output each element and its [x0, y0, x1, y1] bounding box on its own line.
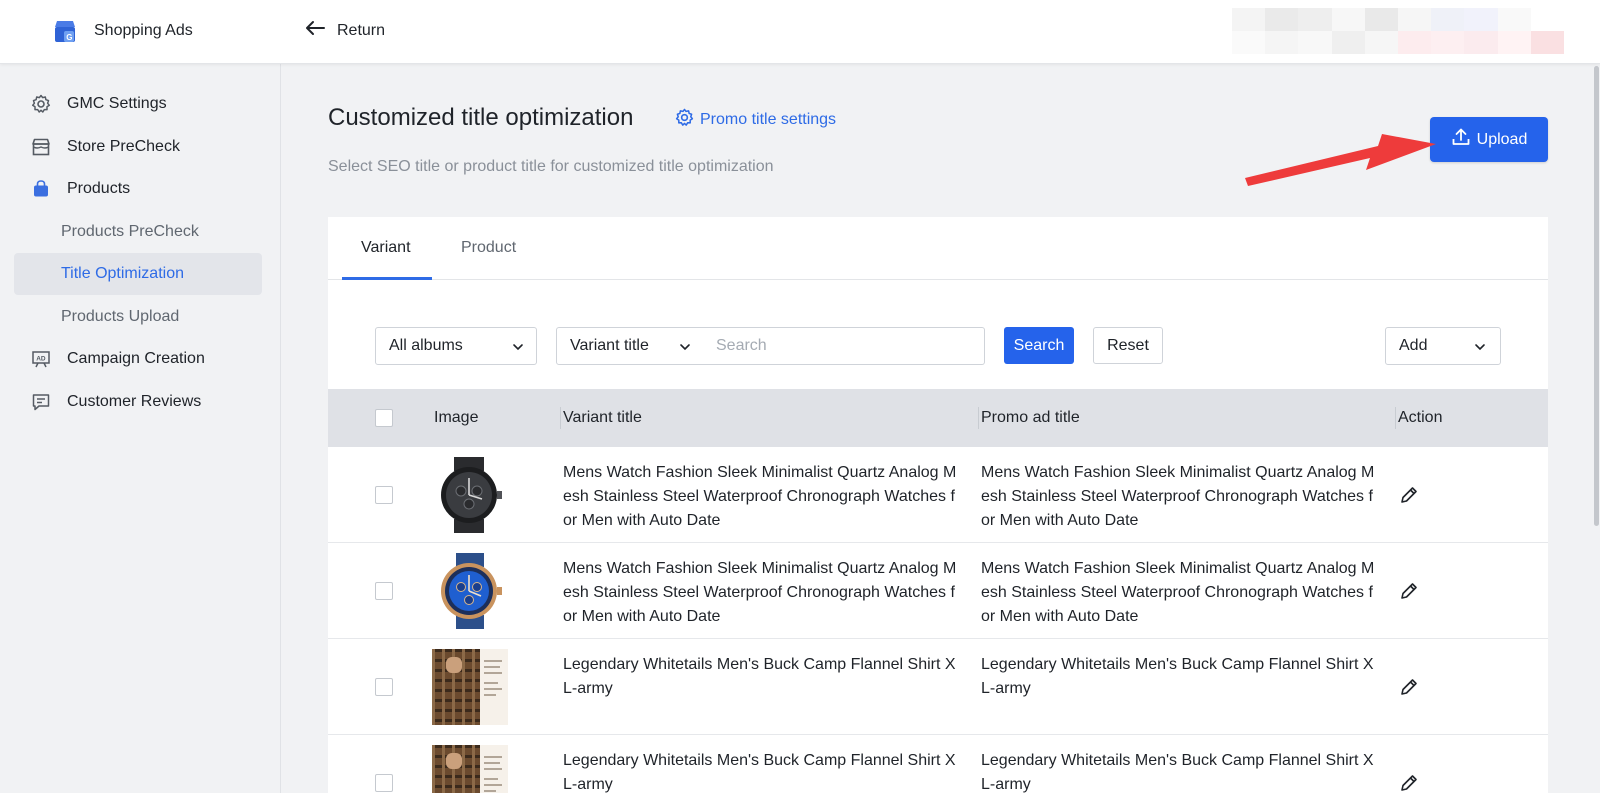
- tab-product[interactable]: Product: [461, 239, 516, 257]
- variant-title-cell: Legendary Whitetails Men's Buck Camp Fla…: [563, 752, 956, 793]
- sidebar-item-label: Store PreCheck: [67, 138, 180, 155]
- field-select[interactable]: Variant title: [556, 327, 704, 365]
- gear-icon: [30, 93, 52, 115]
- arrow-left-icon: [305, 20, 325, 41]
- content-card: Variant Product All albums Variant title…: [328, 217, 1548, 793]
- chevron-down-icon: [512, 340, 524, 358]
- promo-title-cell: Mens Watch Fashion Sleek Minimalist Quar…: [981, 464, 1375, 529]
- gear-icon: [675, 108, 694, 132]
- svg-text:G: G: [66, 33, 72, 42]
- column-divider: [978, 407, 979, 429]
- row-checkbox[interactable]: [375, 774, 393, 792]
- sidebar-item-label: GMC Settings: [67, 95, 167, 112]
- column-divider: [1395, 407, 1396, 429]
- promo-title-settings-link[interactable]: Promo title settings: [675, 108, 836, 132]
- product-image-blue-gold-watch[interactable]: [432, 553, 508, 629]
- table-row: Legendary Whitetails Men's Buck Camp Fla…: [328, 735, 1548, 793]
- account-area-blurred[interactable]: [1232, 8, 1564, 54]
- page-scrollbar-thumb[interactable]: [1594, 66, 1599, 526]
- promo-title-cell: Legendary Whitetails Men's Buck Camp Fla…: [981, 656, 1374, 697]
- sidebar-item-customer-reviews[interactable]: Customer Reviews: [14, 381, 262, 423]
- column-header-promo-title: Promo ad title: [981, 409, 1080, 426]
- store-icon: [30, 136, 52, 158]
- variant-title-cell: Legendary Whitetails Men's Buck Camp Fla…: [563, 656, 956, 697]
- column-header-variant-title: Variant title: [563, 409, 642, 426]
- upload-icon: [1451, 127, 1471, 152]
- table-row: Mens Watch Fashion Sleek Minimalist Quar…: [328, 543, 1548, 639]
- product-image-flannel-shirt[interactable]: [432, 745, 508, 793]
- ad-board-icon: AD: [30, 348, 52, 370]
- chevron-down-icon: [679, 340, 691, 358]
- sidebar-item-gmc-settings[interactable]: GMC Settings: [14, 83, 262, 125]
- select-all-checkbox[interactable]: [375, 409, 393, 427]
- variant-title-cell: Mens Watch Fashion Sleek Minimalist Quar…: [563, 464, 957, 529]
- product-image-flannel-shirt[interactable]: [432, 649, 508, 725]
- upload-button[interactable]: Upload: [1430, 117, 1548, 162]
- promo-title-settings-label: Promo title settings: [700, 111, 837, 128]
- edit-pencil-icon[interactable]: [1398, 676, 1420, 698]
- product-image-black-watch[interactable]: [432, 457, 508, 533]
- return-button[interactable]: Return: [305, 20, 385, 41]
- search-button[interactable]: Search: [1004, 327, 1074, 364]
- sidebar-item-label: Customer Reviews: [67, 393, 202, 410]
- promo-title-cell: Mens Watch Fashion Sleek Minimalist Quar…: [981, 560, 1375, 625]
- album-select-value: All albums: [389, 337, 463, 354]
- page-subtitle: Select SEO title or product title for cu…: [328, 158, 774, 175]
- add-select[interactable]: Add: [1385, 327, 1501, 365]
- variant-title-cell: Mens Watch Fashion Sleek Minimalist Quar…: [563, 560, 957, 625]
- edit-pencil-icon[interactable]: [1398, 772, 1420, 793]
- sidebar-item-store-precheck[interactable]: Store PreCheck: [14, 126, 262, 168]
- column-header-image: Image: [434, 409, 479, 426]
- tab-variant[interactable]: Variant: [361, 239, 411, 257]
- sidebar-item-label: Products PreCheck: [61, 223, 199, 240]
- svg-text:AD: AD: [36, 356, 46, 363]
- sidebar-item-title-optimization[interactable]: Title Optimization: [14, 253, 262, 295]
- review-icon: [30, 391, 52, 413]
- chevron-down-icon: [1474, 340, 1486, 358]
- row-checkbox[interactable]: [375, 678, 393, 696]
- search-input[interactable]: [703, 327, 985, 365]
- column-divider: [560, 407, 561, 429]
- field-select-value: Variant title: [570, 337, 649, 354]
- edit-pencil-icon[interactable]: [1398, 580, 1420, 602]
- sidebar-item-label: Products Upload: [61, 308, 180, 325]
- table-header: Image Variant title Promo ad title Actio…: [328, 389, 1548, 447]
- sidebar-item-label: Title Optimization: [61, 265, 184, 282]
- sidebar-item-products-precheck[interactable]: Products PreCheck: [14, 211, 262, 253]
- sidebar-item-label: Products: [67, 180, 131, 197]
- sidebar-item-products-upload[interactable]: Products Upload: [14, 296, 262, 338]
- tab-bar: Variant Product: [328, 217, 1548, 280]
- sidebar-item-products[interactable]: Products: [14, 168, 262, 210]
- table-row: Legendary Whitetails Men's Buck Camp Fla…: [328, 639, 1548, 735]
- app-name: Shopping Ads: [94, 22, 193, 39]
- edit-pencil-icon[interactable]: [1398, 484, 1420, 506]
- shopping-ads-logo-icon: G: [52, 18, 78, 44]
- shopping-bag-icon: [30, 178, 52, 200]
- return-label: Return: [337, 21, 386, 39]
- reset-button[interactable]: Reset: [1093, 327, 1163, 364]
- annotation-arrow-icon: [1245, 134, 1436, 186]
- promo-title-cell: Legendary Whitetails Men's Buck Camp Fla…: [981, 752, 1374, 793]
- top-bar: G Shopping Ads Return: [0, 0, 1600, 64]
- sidebar-item-campaign-creation[interactable]: AD Campaign Creation: [14, 338, 262, 380]
- column-header-action: Action: [1398, 409, 1443, 426]
- row-checkbox[interactable]: [375, 582, 393, 600]
- add-select-value: Add: [1399, 337, 1428, 354]
- active-tab-indicator: [342, 277, 432, 280]
- album-select[interactable]: All albums: [375, 327, 537, 365]
- brand: G Shopping Ads: [52, 18, 193, 44]
- page-title: Customized title optimization: [328, 104, 634, 131]
- upload-label: Upload: [1476, 130, 1528, 148]
- sidebar-item-label: Campaign Creation: [67, 350, 205, 367]
- table-row: Mens Watch Fashion Sleek Minimalist Quar…: [328, 447, 1548, 543]
- row-checkbox[interactable]: [375, 486, 393, 504]
- sidebar: GMC Settings Store PreCheck Products Pro…: [0, 64, 281, 793]
